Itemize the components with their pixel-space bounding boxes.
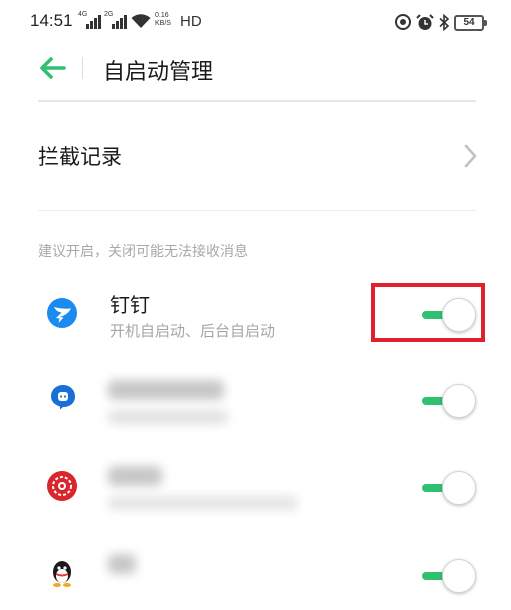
intercept-record-item[interactable]: 拦截记录 [0,114,511,198]
nfc-icon [395,14,411,30]
chat-bubble-app-icon [51,385,75,410]
app-row-3 [0,448,511,528]
status-bar: 14:51 4G 2G 0.16 KB/S HD 54 [0,0,511,44]
blurred-app-name [108,554,136,574]
signal-icon: 2G [104,11,130,30]
autostart-toggle-4[interactable] [420,558,476,594]
bluetooth-icon [439,14,450,31]
toggle-knob [442,384,476,418]
autostart-toggle-3[interactable] [420,470,476,506]
autostart-toggle-2[interactable] [420,383,476,419]
section-divider [38,210,476,211]
blurred-app-desc [108,496,298,510]
red-pattern-app-icon [47,471,77,501]
annotation-highlight-box [371,283,485,342]
app-desc: 开机自启动、后台自启动 [110,322,276,340]
header-divider [82,57,83,79]
blurred-app-name [108,466,162,486]
back-arrow-icon[interactable] [38,56,66,80]
blurred-app-name [108,380,224,400]
battery-icon: 54 [454,15,487,31]
app-row-2 [0,362,511,442]
chevron-right-icon [464,144,477,168]
wifi-icon [131,14,151,28]
qq-penguin-icon [53,561,71,587]
speed-unit: KB/S [155,20,171,27]
app-row-4 [0,536,511,610]
top-divider [38,100,476,102]
speed-value: 0.16 [155,12,169,19]
network-speed: 0.16 KB/S [155,12,171,28]
intercept-record-label: 拦截记录 [38,145,122,169]
toggle-knob [442,559,476,593]
status-time: 14:51 [30,11,73,30]
section-hint: 建议开启，关闭可能无法接收消息 [38,244,248,260]
signal-icon: 4G [78,11,104,30]
blurred-app-desc [108,410,228,424]
hd-indicator: HD [180,13,202,30]
page-title: 自启动管理 [103,60,214,85]
app-name: 钉钉 [110,293,150,317]
dingtalk-icon [47,298,77,328]
toggle-knob [442,471,476,505]
alarm-icon [416,14,434,30]
